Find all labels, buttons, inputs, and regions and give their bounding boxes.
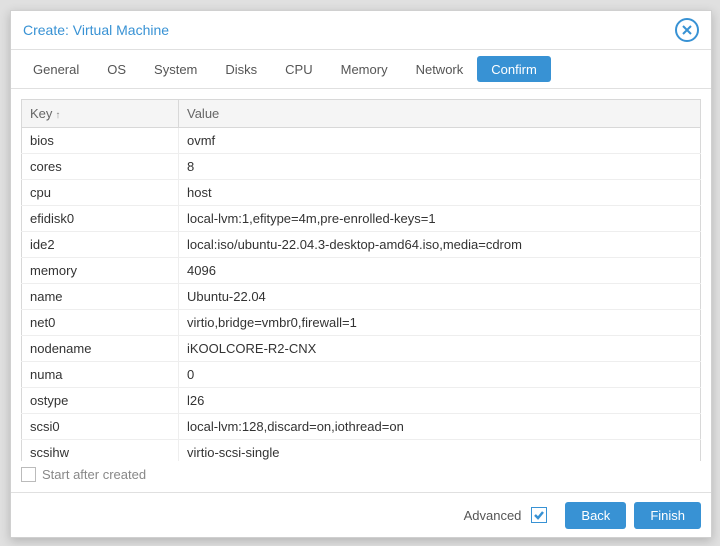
tab-general[interactable]: General [19, 50, 93, 88]
tab-cpu[interactable]: CPU [271, 50, 326, 88]
column-header-value[interactable]: Value [179, 100, 701, 128]
cell-key: scsihw [22, 440, 179, 462]
finish-button[interactable]: Finish [634, 502, 701, 529]
cell-value: virtio-scsi-single [179, 440, 701, 462]
table-row[interactable]: cpuhost [22, 180, 701, 206]
cell-value: virtio,bridge=vmbr0,firewall=1 [179, 310, 701, 336]
cell-key: numa [22, 362, 179, 388]
dialog-titlebar: Create: Virtual Machine [11, 11, 711, 50]
cell-key: bios [22, 128, 179, 154]
cell-value: 4096 [179, 258, 701, 284]
start-after-created-row: Start after created [11, 461, 711, 492]
table-row[interactable]: memory4096 [22, 258, 701, 284]
cell-value: 0 [179, 362, 701, 388]
table-row[interactable]: cores8 [22, 154, 701, 180]
cell-value: l26 [179, 388, 701, 414]
column-header-key-label: Key [30, 106, 52, 121]
create-vm-dialog: Create: Virtual Machine GeneralOSSystemD… [10, 10, 712, 538]
table-row[interactable]: efidisk0local-lvm:1,efitype=4m,pre-enrol… [22, 206, 701, 232]
cell-key: nodename [22, 336, 179, 362]
table-row[interactable]: nodenameiKOOLCORE-R2-CNX [22, 336, 701, 362]
table-row[interactable]: net0virtio,bridge=vmbr0,firewall=1 [22, 310, 701, 336]
cell-value: 8 [179, 154, 701, 180]
start-after-created-label: Start after created [42, 467, 146, 482]
table-row[interactable]: numa0 [22, 362, 701, 388]
cell-value: iKOOLCORE-R2-CNX [179, 336, 701, 362]
close-icon [682, 25, 692, 35]
close-button[interactable] [675, 18, 699, 42]
cell-key: efidisk0 [22, 206, 179, 232]
cell-key: net0 [22, 310, 179, 336]
cell-key: ostype [22, 388, 179, 414]
column-header-value-label: Value [187, 106, 219, 121]
cell-value: Ubuntu-22.04 [179, 284, 701, 310]
tab-os[interactable]: OS [93, 50, 140, 88]
dialog-footer: Advanced Back Finish [11, 492, 711, 537]
advanced-label: Advanced [464, 508, 522, 523]
cell-value: local:iso/ubuntu-22.04.3-desktop-amd64.i… [179, 232, 701, 258]
tab-disks[interactable]: Disks [211, 50, 271, 88]
cell-value: host [179, 180, 701, 206]
tab-memory[interactable]: Memory [327, 50, 402, 88]
tab-network[interactable]: Network [402, 50, 478, 88]
table-row[interactable]: ide2local:iso/ubuntu-22.04.3-desktop-amd… [22, 232, 701, 258]
advanced-checkbox[interactable] [531, 507, 547, 523]
table-row[interactable]: nameUbuntu-22.04 [22, 284, 701, 310]
cell-key: cpu [22, 180, 179, 206]
tab-confirm[interactable]: Confirm [477, 56, 551, 82]
cell-value: local-lvm:1,efitype=4m,pre-enrolled-keys… [179, 206, 701, 232]
cell-key: ide2 [22, 232, 179, 258]
table-row[interactable]: ostypel26 [22, 388, 701, 414]
cell-key: name [22, 284, 179, 310]
sort-ascending-icon: ↑ [55, 110, 60, 121]
cell-key: memory [22, 258, 179, 284]
back-button[interactable]: Back [565, 502, 626, 529]
tab-system[interactable]: System [140, 50, 211, 88]
cell-key: cores [22, 154, 179, 180]
confirm-panel: Key↑ Value biosovmfcores8cpuhostefidisk0… [11, 89, 711, 461]
wizard-tabs: GeneralOSSystemDisksCPUMemoryNetworkConf… [11, 50, 711, 89]
cell-value: ovmf [179, 128, 701, 154]
table-row[interactable]: scsihwvirtio-scsi-single [22, 440, 701, 462]
table-row[interactable]: scsi0local-lvm:128,discard=on,iothread=o… [22, 414, 701, 440]
cell-key: scsi0 [22, 414, 179, 440]
start-after-created-checkbox[interactable] [21, 467, 36, 482]
table-row[interactable]: biosovmf [22, 128, 701, 154]
dialog-title: Create: Virtual Machine [23, 22, 675, 38]
cell-value: local-lvm:128,discard=on,iothread=on [179, 414, 701, 440]
summary-table: Key↑ Value biosovmfcores8cpuhostefidisk0… [21, 99, 701, 461]
column-header-key[interactable]: Key↑ [22, 100, 179, 128]
check-icon [533, 509, 545, 521]
